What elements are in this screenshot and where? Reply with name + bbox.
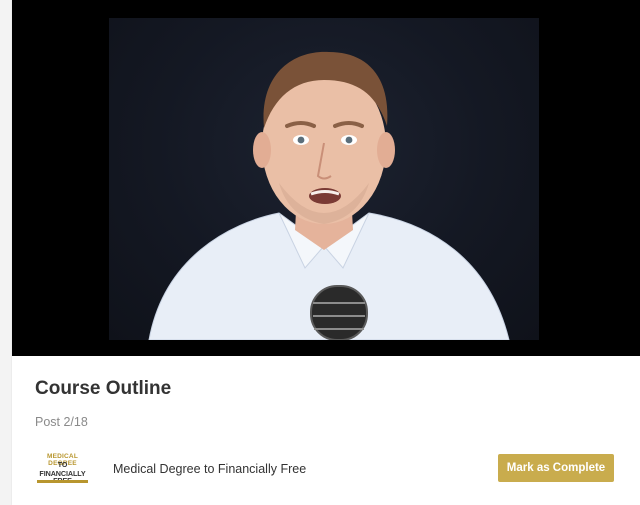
presenter-illustration [148,51,510,340]
course-outline-panel: Course Outline Post 2/18 MEDICAL DEGREE … [12,356,640,505]
course-row: MEDICAL DEGREE TO FINANCIALLY FREE Medic… [35,452,615,486]
lesson-card: Course Outline Post 2/18 MEDICAL DEGREE … [12,0,640,505]
course-logo-line2: TO [57,462,68,469]
course-logo-bar [37,480,88,483]
course-name-link[interactable]: Medical Degree to Financially Free [113,462,306,476]
video-player[interactable] [12,0,640,356]
mark-as-complete-button[interactable]: Mark as Complete [498,454,614,482]
course-logo[interactable]: MEDICAL DEGREE TO FINANCIALLY FREE [35,452,90,486]
video-frame-image[interactable] [109,18,539,340]
post-counter: Post 2/18 [35,415,88,429]
page-title: Course Outline [35,378,172,399]
